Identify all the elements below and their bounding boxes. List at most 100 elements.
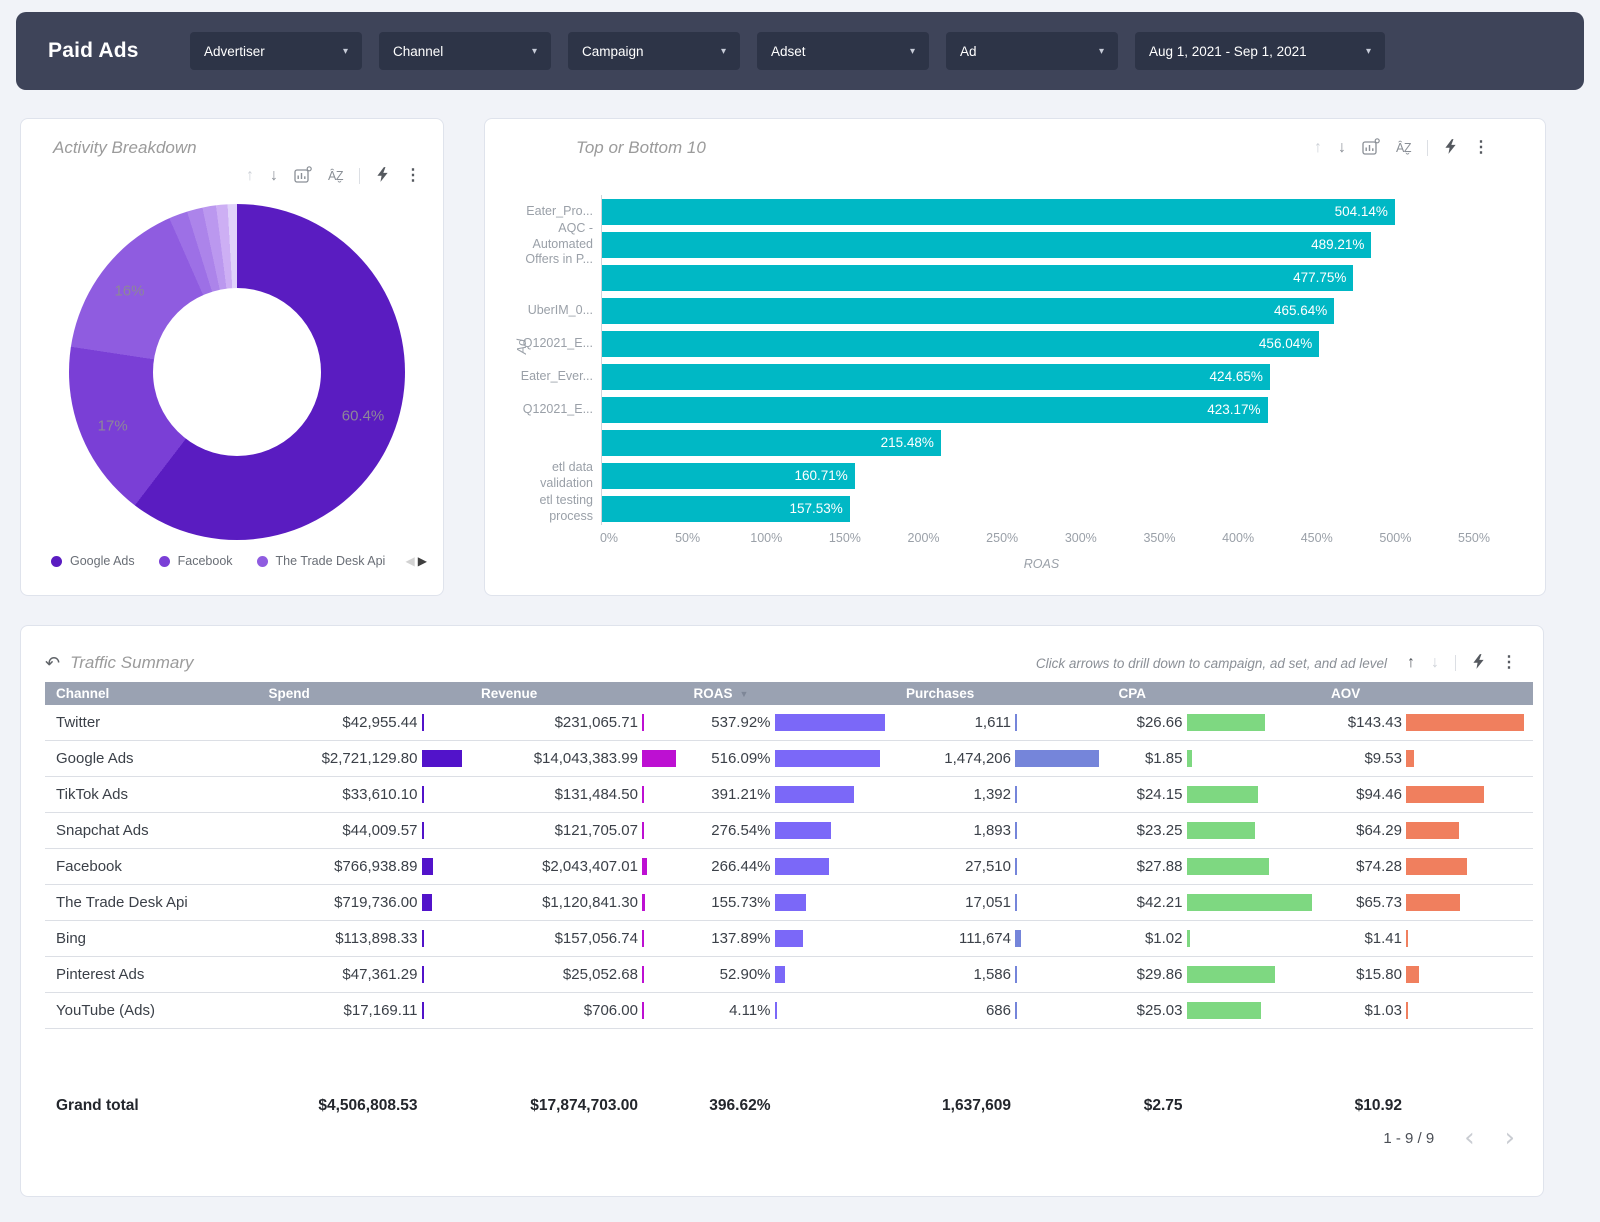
bar[interactable]: 157.53% [602,496,850,522]
table-row[interactable]: Facebook$766,938.89$2,043,407.01266.44%2… [45,849,1533,885]
filter-advertiser[interactable]: Advertiser▾ [190,32,362,70]
table-header-cell-roas[interactable]: ROAS▼ [683,686,896,701]
kebab-menu-icon[interactable]: ⋮ [1473,140,1489,156]
table-row[interactable]: Bing$113,898.33$157,056.74137.89%111,674… [45,921,1533,957]
filter-date-range[interactable]: Aug 1, 2021 - Sep 1, 2021 ▾ [1135,32,1385,70]
cell-purchases: 1,392 [895,786,1108,803]
filter-adset[interactable]: Adset▾ [757,32,929,70]
bar-category-label: UberIM_0... [513,303,601,319]
table-row[interactable]: Google Ads$2,721,129.80$14,043,383.99516… [45,741,1533,777]
legend-prev-icon[interactable]: ◀ [406,554,415,568]
cell-bar [1187,822,1256,839]
cell-bar [1187,1002,1261,1019]
legend-item[interactable]: Facebook [159,554,233,568]
cell-bar [775,822,832,839]
cell-bar-track [1183,930,1321,947]
down-arrow-icon[interactable]: ↓ [1431,655,1439,671]
filter-channel[interactable]: Channel▾ [379,32,551,70]
table-row[interactable]: TikTok Ads$33,610.10$131,484.50391.21%1,… [45,777,1533,813]
undo-icon[interactable]: ↶ [45,653,60,674]
bar[interactable]: 423.17% [602,397,1268,423]
up-arrow-icon[interactable]: ↑ [246,168,254,184]
cell-bar-track [418,858,471,875]
donut-legend: Google Ads Facebook The Trade Desk Api ◀ ▶ [51,552,427,570]
bar[interactable]: 465.64% [602,298,1334,324]
bar-track: 160.71% [601,459,1521,492]
tick-label: 300% [1065,531,1097,545]
cell-aov: $74.28 [1320,858,1533,875]
bar[interactable]: 456.04% [602,331,1319,357]
table-row[interactable]: Twitter$42,955.44$231,065.71537.92%1,611… [45,705,1533,741]
cell-bar [1187,714,1266,731]
filter-campaign[interactable]: Campaign▾ [568,32,740,70]
down-arrow-icon[interactable]: ↓ [1338,140,1346,156]
lightning-icon[interactable] [376,167,389,186]
cell-spend: $42,955.44 [258,714,471,731]
bar[interactable]: 215.48% [602,430,941,456]
cell-value: 396.62% [683,1097,771,1115]
lightning-icon[interactable] [1472,654,1485,673]
top-navbar: Paid Ads Advertiser▾Channel▾Campaign▾Ads… [16,12,1584,90]
cell-purchases: 686 [895,1002,1108,1019]
legend-item[interactable]: The Trade Desk Api [257,554,386,568]
bar[interactable]: 504.14% [602,199,1395,225]
table-header-cell-channel[interactable]: Channel [45,686,258,701]
bar[interactable]: 160.71% [602,463,855,489]
cell-value: $1.41 [1320,930,1402,947]
cell-value: $1.02 [1108,930,1183,947]
table-header-cell-cpa[interactable]: CPA [1108,686,1321,701]
cell-revenue: $706.00 [470,1002,683,1019]
cell-cpa: $42.21 [1108,894,1321,911]
cell-bar-track [638,858,683,875]
filter-ad[interactable]: Ad▾ [946,32,1118,70]
bar-category-label: Q12021_E... [513,402,601,418]
table-row[interactable]: The Trade Desk Api$719,736.00$1,120,841.… [45,885,1533,921]
cell-channel: Twitter [45,714,258,731]
grand-total-purchases: 1,637,609 [895,1097,1108,1115]
legend-next-icon[interactable]: ▶ [418,554,427,568]
page-prev-icon[interactable]: ‹ [1464,1125,1474,1151]
bar[interactable]: 489.21% [602,232,1371,258]
bar-track: 504.14% [601,195,1521,228]
legend-item[interactable]: Google Ads [51,554,135,568]
chart-settings-icon[interactable] [1362,138,1380,159]
grand-total-row: Grand total$4,506,808.53$17,874,703.0039… [45,1088,1533,1124]
kebab-menu-icon[interactable]: ⋮ [1501,655,1517,671]
donut-chart[interactable]: 60.4%17%16% [69,204,405,540]
cell-spend: $17,169.11 [258,1002,471,1019]
cell-value: $33,610.10 [258,786,418,803]
cell-value: $44,009.57 [258,822,418,839]
up-arrow-icon[interactable]: ↑ [1407,655,1415,671]
lightning-icon[interactable] [1444,139,1457,158]
bar[interactable]: 424.65% [602,364,1270,390]
table-header-cell-aov[interactable]: AOV [1320,686,1533,701]
table-row[interactable]: YouTube (Ads)$17,169.11$706.004.11%686$2… [45,993,1533,1029]
table-header-cell-revenue[interactable]: Revenue [470,686,683,701]
up-arrow-icon[interactable]: ↑ [1314,140,1322,156]
cell-bar-track [771,966,896,983]
table-row[interactable]: Snapchat Ads$44,009.57$121,705.07276.54%… [45,813,1533,849]
cell-revenue: $14,043,383.99 [470,750,683,767]
kebab-menu-icon[interactable]: ⋮ [405,168,421,184]
down-arrow-icon[interactable]: ↓ [270,168,278,184]
cell-bar [775,966,786,983]
sort-az-icon[interactable]: ÂZ̬ [328,170,343,183]
activity-card-title: Activity Breakdown [53,138,197,158]
table-header-cell-purchases[interactable]: Purchases [895,686,1108,701]
cell-bar [1187,750,1192,767]
table-header-cell-spend[interactable]: Spend [258,686,471,701]
bar[interactable]: 477.75% [602,265,1353,291]
cell-bar-track [1011,750,1108,767]
cell-bar-track [1402,1002,1533,1019]
cell-bar-track [1183,822,1321,839]
cell-bar-track [1402,750,1533,767]
cell-cpa: $1.85 [1108,750,1321,767]
chart-settings-icon[interactable] [294,166,312,187]
cell-aov: $65.73 [1320,894,1533,911]
table-row[interactable]: Pinterest Ads$47,361.29$25,052.6852.90%1… [45,957,1533,993]
donut-slice-label: 16% [114,283,144,300]
page-next-icon[interactable]: › [1505,1125,1515,1151]
bar-track: 424.65% [601,360,1521,393]
cell-roas: 391.21% [683,786,896,803]
sort-az-icon[interactable]: ÂZ̬ [1396,142,1411,155]
